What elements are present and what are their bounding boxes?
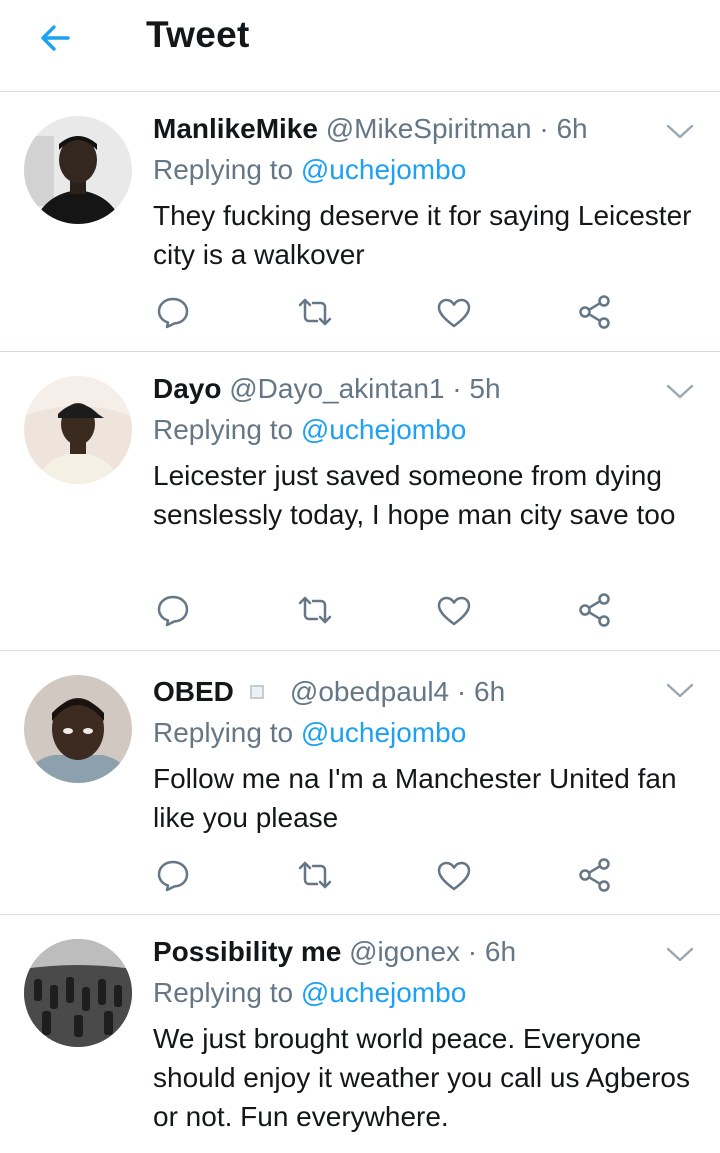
tweet-text: Follow me na I'm a Manchester United fan… [153,763,677,833]
retweet-icon [298,861,332,889]
heart-icon [437,298,471,328]
tweet-header: Dayo @Dayo_akintan1 · 5h [153,373,501,405]
timestamp: 6h [556,113,588,144]
timestamp: 6h [474,676,506,707]
replying-label: Replying to [153,717,294,748]
handle[interactable]: @MikeSpiritman [326,113,532,144]
badge-square-icon [249,685,264,699]
mention-link[interactable]: @uchejombo [301,717,466,748]
like-button[interactable] [432,290,476,334]
replying-to: Replying to @uchejombo [153,154,466,186]
tweet-text: Leicester just saved someone from dying … [153,460,676,530]
reply-icon [157,297,189,329]
separator: · [452,373,462,404]
tweet-item[interactable]: ManlikeMike @MikeSpiritman · 6h Replying… [0,92,720,352]
retweet-icon [298,298,332,326]
handle[interactable]: @igonex [349,936,460,967]
tweet-header: OBED @obedpaul4 · 6h [153,676,505,708]
tweet-item[interactable]: Possibility me @igonex · 6h Replying to … [0,915,720,1153]
mention-link[interactable]: @uchejombo [301,977,466,1008]
mention-link[interactable]: @uchejombo [301,154,466,185]
back-button[interactable] [30,16,82,60]
handle[interactable]: @Dayo_akintan1 [229,373,444,404]
page-title: Tweet [146,14,250,55]
chevron-down-icon[interactable] [664,118,696,144]
reply-button[interactable] [151,588,195,632]
display-name[interactable]: ManlikeMike [153,113,318,144]
replying-label: Replying to [153,977,294,1008]
like-button[interactable] [432,588,476,632]
reply-button[interactable] [151,290,195,334]
avatar[interactable] [24,116,132,224]
separator: · [539,113,549,144]
separator: · [467,936,478,967]
replying-to: Replying to @uchejombo [153,717,466,749]
avatar[interactable] [24,675,132,783]
retweet-icon [298,596,332,624]
share-icon [579,858,610,892]
avatar[interactable] [24,376,132,484]
chevron-down-icon[interactable] [664,378,696,404]
app-header: Tweet [0,0,720,92]
replying-label: Replying to [153,154,294,185]
retweet-button[interactable] [293,853,337,897]
share-button[interactable] [573,290,617,334]
replying-label: Replying to [153,414,294,445]
tweet-text: They fucking deserve it for saying Leice… [153,200,692,270]
share-button[interactable] [573,588,617,632]
tweet-text: We just brought world peace. Everyone sh… [153,1023,690,1132]
display-name[interactable]: OBED [153,676,234,707]
reply-button[interactable] [151,853,195,897]
display-name[interactable]: Dayo [153,373,221,404]
reply-icon [157,860,189,892]
heart-icon [437,596,471,626]
tweet-header: ManlikeMike @MikeSpiritman · 6h [153,113,588,145]
like-button[interactable] [432,853,476,897]
back-arrow-icon [41,25,70,51]
share-icon [579,593,610,627]
separator: · [456,676,467,707]
share-button[interactable] [573,853,617,897]
timestamp: 5h [469,373,501,404]
replying-to: Replying to @uchejombo [153,414,466,446]
tweet-header: Possibility me @igonex · 6h [153,936,516,968]
tweet-item[interactable]: Dayo @Dayo_akintan1 · 5h Replying to @uc… [0,352,720,651]
heart-icon [437,861,471,891]
timestamp: 6h [484,936,517,967]
avatar[interactable] [24,939,132,1047]
mention-link[interactable]: @uchejombo [301,414,466,445]
display-name[interactable]: Possibility me [153,936,341,967]
replying-to: Replying to @uchejombo [153,977,466,1009]
reply-icon [157,595,189,627]
chevron-down-icon[interactable] [664,677,696,703]
share-icon [579,295,610,329]
tweet-item[interactable]: OBED @obedpaul4 · 6h Replying to @uchejom… [0,651,720,915]
handle[interactable]: @obedpaul4 [290,676,449,707]
retweet-button[interactable] [293,290,337,334]
retweet-button[interactable] [293,588,337,632]
chevron-down-icon[interactable] [664,941,696,967]
